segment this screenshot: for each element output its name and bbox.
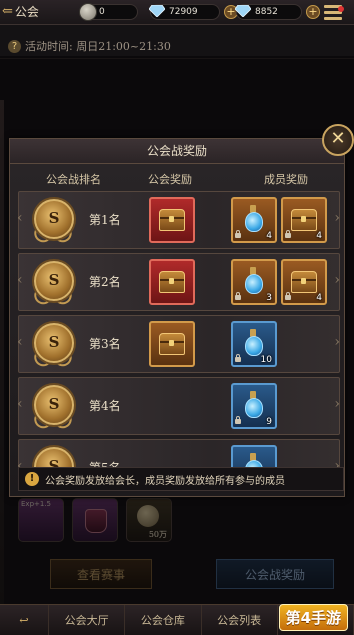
rank-label: 第4名 [89,399,121,413]
member-reward-bottle[interactable]: 4 [231,197,277,243]
rank-label: 第3名 [89,337,121,351]
reward-note: ! 公会奖励发放给会长，成员奖励发放给所有参与的成员 [18,467,344,491]
column-header-rank: 公会战排名 [46,173,101,186]
lock-icon [235,354,241,362]
potion-bottle-icon [245,267,263,294]
member-reward-bottle[interactable] [231,445,277,467]
coin-counter: 0 [79,2,138,21]
nav-tab-guild-list[interactable]: 公会列表 [202,605,278,635]
diamond-icon [235,4,251,17]
potion-bottle-icon [245,391,263,418]
rank-medal-icon: S [31,258,75,308]
back-label: 公会 [14,5,39,19]
reward-row: S 第4名 9 [17,377,340,435]
member-reward-chest[interactable]: 4 [281,197,327,243]
lock-icon [285,230,291,238]
watermark-logo: 第4手游 [278,602,348,632]
rank-medal-icon: S [31,320,75,370]
guild-chest-reward[interactable] [149,197,195,243]
member-reward-bottle[interactable]: 9 [231,383,277,429]
reward-row: S 第5名 [17,439,340,467]
back-button[interactable]: ⇐ 公会 [2,3,39,20]
member-reward-chest[interactable]: 4 [281,259,327,305]
rank-label: 第1名 [89,213,121,227]
top-bar: ⇐ 公会 0 72909 + 8852 + [0,0,354,25]
chest-icon [159,333,185,355]
chest-icon [159,209,185,231]
diamond-counter-a: 72909 + [149,3,238,20]
reward-row: S 第3名 10 [17,315,340,373]
nav-tab-guild-hall[interactable]: 公会大厅 [49,605,126,635]
column-header-member-reward: 成员奖励 [264,173,308,186]
chest-icon [291,271,317,293]
column-header-guild-reward: 公会奖励 [148,173,192,186]
guild-war-reward-modal: 公会战奖励 公会战排名 公会奖励 成员奖励 S 第1名 4 4 [9,138,345,497]
coin-icon [79,2,97,21]
chest-icon [159,271,185,293]
notification-dot [338,6,344,12]
guild-chest-reward[interactable] [149,321,195,367]
menu-button[interactable] [318,2,348,22]
close-button[interactable]: ✕ [322,124,354,156]
rank-medal-icon: S [31,196,75,246]
diamond-icon [149,4,165,17]
activity-time-label: 活动时间: 周日21:00~21:30 [25,40,171,53]
back-arrow-icon: ⇐ [2,4,13,19]
reward-row: S 第1名 4 4 [17,191,340,249]
lock-icon [285,292,291,300]
modal-title: 公会战奖励 [10,139,344,164]
lock-icon [235,416,241,424]
help-icon[interactable]: ? [8,39,21,53]
reward-list[interactable]: S 第1名 4 4 S 第2名 [10,189,344,467]
potion-bottle-icon [245,205,263,232]
chest-icon [291,209,317,231]
reward-row: S 第2名 3 4 [17,253,340,311]
warning-icon: ! [25,472,39,486]
lock-icon [235,230,241,238]
nav-tab-guild-warehouse[interactable]: 公会仓库 [125,605,202,635]
diamond-counter-b: 8852 + [235,3,320,20]
rank-label: 第5名 [89,459,121,467]
member-reward-bottle[interactable]: 3 [231,259,277,305]
rank-medal-icon: S [31,444,75,467]
potion-bottle-icon [245,329,263,356]
potion-bottle-icon [245,453,263,467]
diamond-value-a: 72909 [169,6,198,17]
rank-medal-icon: S [31,382,75,432]
diamond-value-b: 8852 [255,6,278,17]
activity-time: ? 活动时间: 周日21:00~21:30 [8,38,171,54]
coin-value: 0 [99,6,105,17]
guild-chest-reward[interactable] [149,259,195,305]
nav-tab-back[interactable]: ↩ [0,605,49,635]
watermark-text: 第4手游 [278,603,348,631]
lock-icon [235,292,241,300]
member-reward-bottle[interactable]: 10 [231,321,277,367]
reward-note-text: 公会奖励发放给会长，成员奖励发放给所有参与的成员 [45,475,285,487]
rank-label: 第2名 [89,275,121,289]
